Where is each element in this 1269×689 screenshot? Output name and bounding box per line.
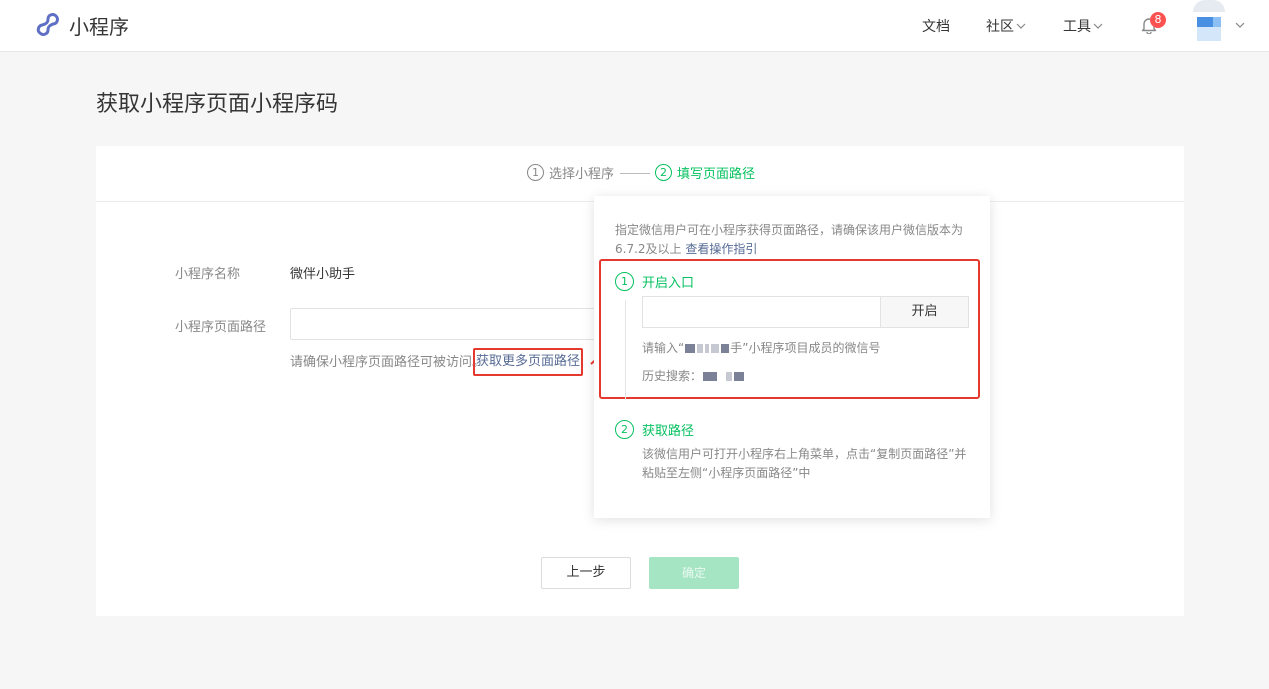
open-entry-button[interactable]: 开启 [880,296,969,328]
popover-desc-text: 指定微信用户可在小程序获得页面路径，请确保该用户微信版本为6.7.2及以上 [615,223,964,256]
history-label: 历史搜索： [642,369,703,383]
step-2-label: 填写页面路径 [677,167,756,182]
step-1: 1 选择小程序 [527,163,614,182]
member-hint-masked-suffix: 手 [730,341,743,355]
guide-link[interactable]: 查看操作指引 [685,242,757,256]
step-indicator: 1 选择小程序 2 填写页面路径 [96,146,1184,202]
nav-community[interactable]: 社区 [986,16,1026,36]
nav-tools-label: 工具 [1063,19,1091,35]
chevron-down-icon[interactable] [1235,20,1245,30]
wechat-id-input[interactable] [642,296,882,328]
confirm-button[interactable]: 确定 [649,557,739,589]
step-1-number: 1 [527,164,544,181]
popover-step-2-number: 2 [615,420,634,439]
member-hint: 请输入“ 手”小程序项目成员的微信号 [642,339,880,356]
name-label: 小程序名称 [175,267,241,282]
path-label: 小程序页面路径 [175,320,267,335]
page-title: 获取小程序页面小程序码 [96,92,339,117]
nav-tools[interactable]: 工具 [1063,16,1103,36]
notification-badge: 8 [1150,12,1166,28]
chevron-down-icon [1016,23,1026,29]
popover-step-1-label: 开启入口 [642,276,695,291]
popover-step-1: 1 开启入口 [615,272,694,291]
prev-button[interactable]: 上一步 [541,557,631,589]
history-item[interactable] [703,372,718,381]
popover-step-1-number: 1 [615,272,634,291]
popover-description: 指定微信用户可在小程序获得页面路径，请确保该用户微信版本为6.7.2及以上 查看… [615,221,971,259]
name-value: 微伴小助手 [290,267,356,282]
nav-docs[interactable]: 文档 [922,16,950,36]
path-helper-popover: 指定微信用户可在小程序获得页面路径，请确保该用户微信版本为6.7.2及以上 查看… [594,196,990,518]
step-2: 2 填写页面路径 [655,163,755,182]
step-vertical-line [625,300,626,400]
step-1-label: 选择小程序 [549,167,615,182]
popover-step-2-label: 获取路径 [642,424,695,439]
member-hint-prefix: 请输入“ [642,341,685,355]
brand-title[interactable]: 小程序 [69,11,129,40]
get-more-paths-link[interactable]: 获取更多页面路径 [473,348,583,376]
popover-step-2-desc: 该微信用户可打开小程序右上角菜单，点击“复制页面路径”并粘贴至左侧“小程序页面路… [642,447,967,480]
page-path-input[interactable] [290,308,610,340]
history-search: 历史搜索： [642,367,745,384]
masked-text [685,344,696,353]
member-hint-rest: ”小程序项目成员的微信号 [742,341,881,355]
miniprogram-logo-icon[interactable] [34,11,62,39]
top-header: 小程序 文档 社区 工具 8 [0,0,1269,52]
avatar[interactable] [1193,0,1225,48]
nav-community-label: 社区 [986,19,1014,35]
step-connector [620,173,650,174]
history-item[interactable] [726,372,733,381]
step-2-number: 2 [655,164,672,181]
popover-step-2: 2 获取路径 [615,420,694,439]
path-hint: 请确保小程序页面路径可被访问。 [290,355,486,370]
chevron-down-icon [1093,23,1103,29]
